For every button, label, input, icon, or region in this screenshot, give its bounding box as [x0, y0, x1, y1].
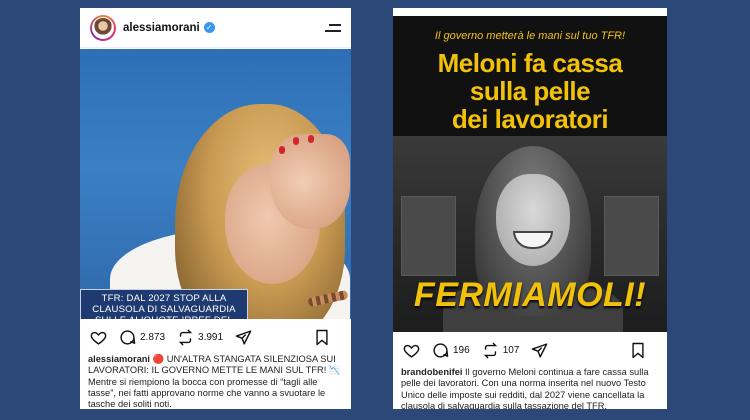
headline-line: dei lavoratori: [451, 104, 609, 134]
like-button[interactable]: [90, 329, 107, 346]
caption-line: tasse”, nei fatti approvano norme che va…: [88, 387, 326, 398]
caption-line: LAVORATORI: IL GOVERNO METTE LE MANI SUL…: [88, 365, 341, 376]
comment-icon: [433, 342, 449, 358]
repost-count: 3.991: [198, 331, 224, 343]
post-header: alessiamorani ✓: [80, 8, 351, 48]
share-button[interactable]: [235, 329, 252, 346]
comment-button[interactable]: 2.873: [119, 329, 165, 346]
verified-badge-icon: ✓: [203, 22, 215, 33]
caption-line: pelle dei lavoratori. Con una norma inse…: [401, 378, 646, 389]
bookmark-button[interactable]: [315, 329, 329, 346]
send-icon: [235, 329, 252, 345]
image-headline: Meloni fa cassa sulla pelle dei lavorato…: [393, 49, 667, 133]
caption-line: clausola di salvaguardia sulla tassazion…: [401, 400, 608, 409]
bookmark-icon: [632, 342, 644, 358]
instagram-post-right: Il governo metterà le mani sul tuo TFR! …: [393, 8, 667, 409]
bookmark-icon: [316, 329, 328, 345]
menu-icon[interactable]: [325, 23, 341, 33]
image-kicker: Il governo metterà le mani sul tuo TFR!: [434, 30, 626, 42]
action-bar: 2.873 3.991: [80, 322, 351, 352]
post-caption: alessiamorani 🔴 UN'ALTRA STANGATA SILENZ…: [80, 354, 351, 409]
like-button[interactable]: [403, 342, 420, 359]
comment-button[interactable]: 196: [432, 342, 470, 359]
instagram-post-left: alessiamorani ✓ TFR: DAL 2027 STOP ALLA …: [80, 8, 351, 409]
image-caption: TFR: DAL 2027 STOP ALLA CLAUSOLA DI SALV…: [80, 289, 248, 319]
image-slogan: FERMIAMOLI!: [413, 276, 647, 314]
bookmark-button[interactable]: [631, 342, 645, 359]
caption-line: 🔴 UN'ALTRA STANGATA SILENZIOSA SUI: [150, 354, 336, 364]
repost-button[interactable]: 107: [482, 342, 520, 359]
avatar[interactable]: [90, 14, 116, 41]
comment-count: 2.873: [140, 331, 166, 343]
username[interactable]: alessiamorani: [123, 22, 200, 34]
caption-line: Unico delle imposte sui redditi, dal 202…: [401, 389, 645, 400]
post-image[interactable]: TFR: DAL 2027 STOP ALLA CLAUSOLA DI SALV…: [80, 49, 351, 319]
repost-count: 107: [502, 344, 520, 356]
comment-count: 196: [453, 344, 470, 356]
repost-button[interactable]: 3.991: [177, 329, 223, 346]
heart-icon: [90, 331, 107, 345]
caption-line: Mentre si riempiono la bocca con promess…: [88, 376, 318, 387]
caption-line: tasche dei soliti noti.: [88, 399, 172, 409]
comment-icon: [120, 329, 136, 345]
post-image[interactable]: Il governo metterà le mani sul tuo TFR! …: [393, 16, 667, 332]
action-bar: 196 107: [393, 335, 667, 365]
caption-line: Il governo Meloni continua a fare cassa …: [462, 367, 649, 377]
headline-line: sulla pelle: [469, 76, 591, 106]
heart-icon: [403, 344, 420, 358]
caption-author[interactable]: brandobenifei: [401, 367, 462, 377]
repost-icon: [178, 329, 193, 345]
headline-line: Meloni fa cassa: [437, 48, 623, 78]
caption-author[interactable]: alessiamorani: [88, 354, 150, 364]
post-caption: brandobenifei Il governo Meloni continua…: [393, 367, 667, 409]
send-icon: [532, 342, 548, 358]
repost-icon: [483, 342, 497, 358]
share-button[interactable]: [531, 342, 548, 359]
